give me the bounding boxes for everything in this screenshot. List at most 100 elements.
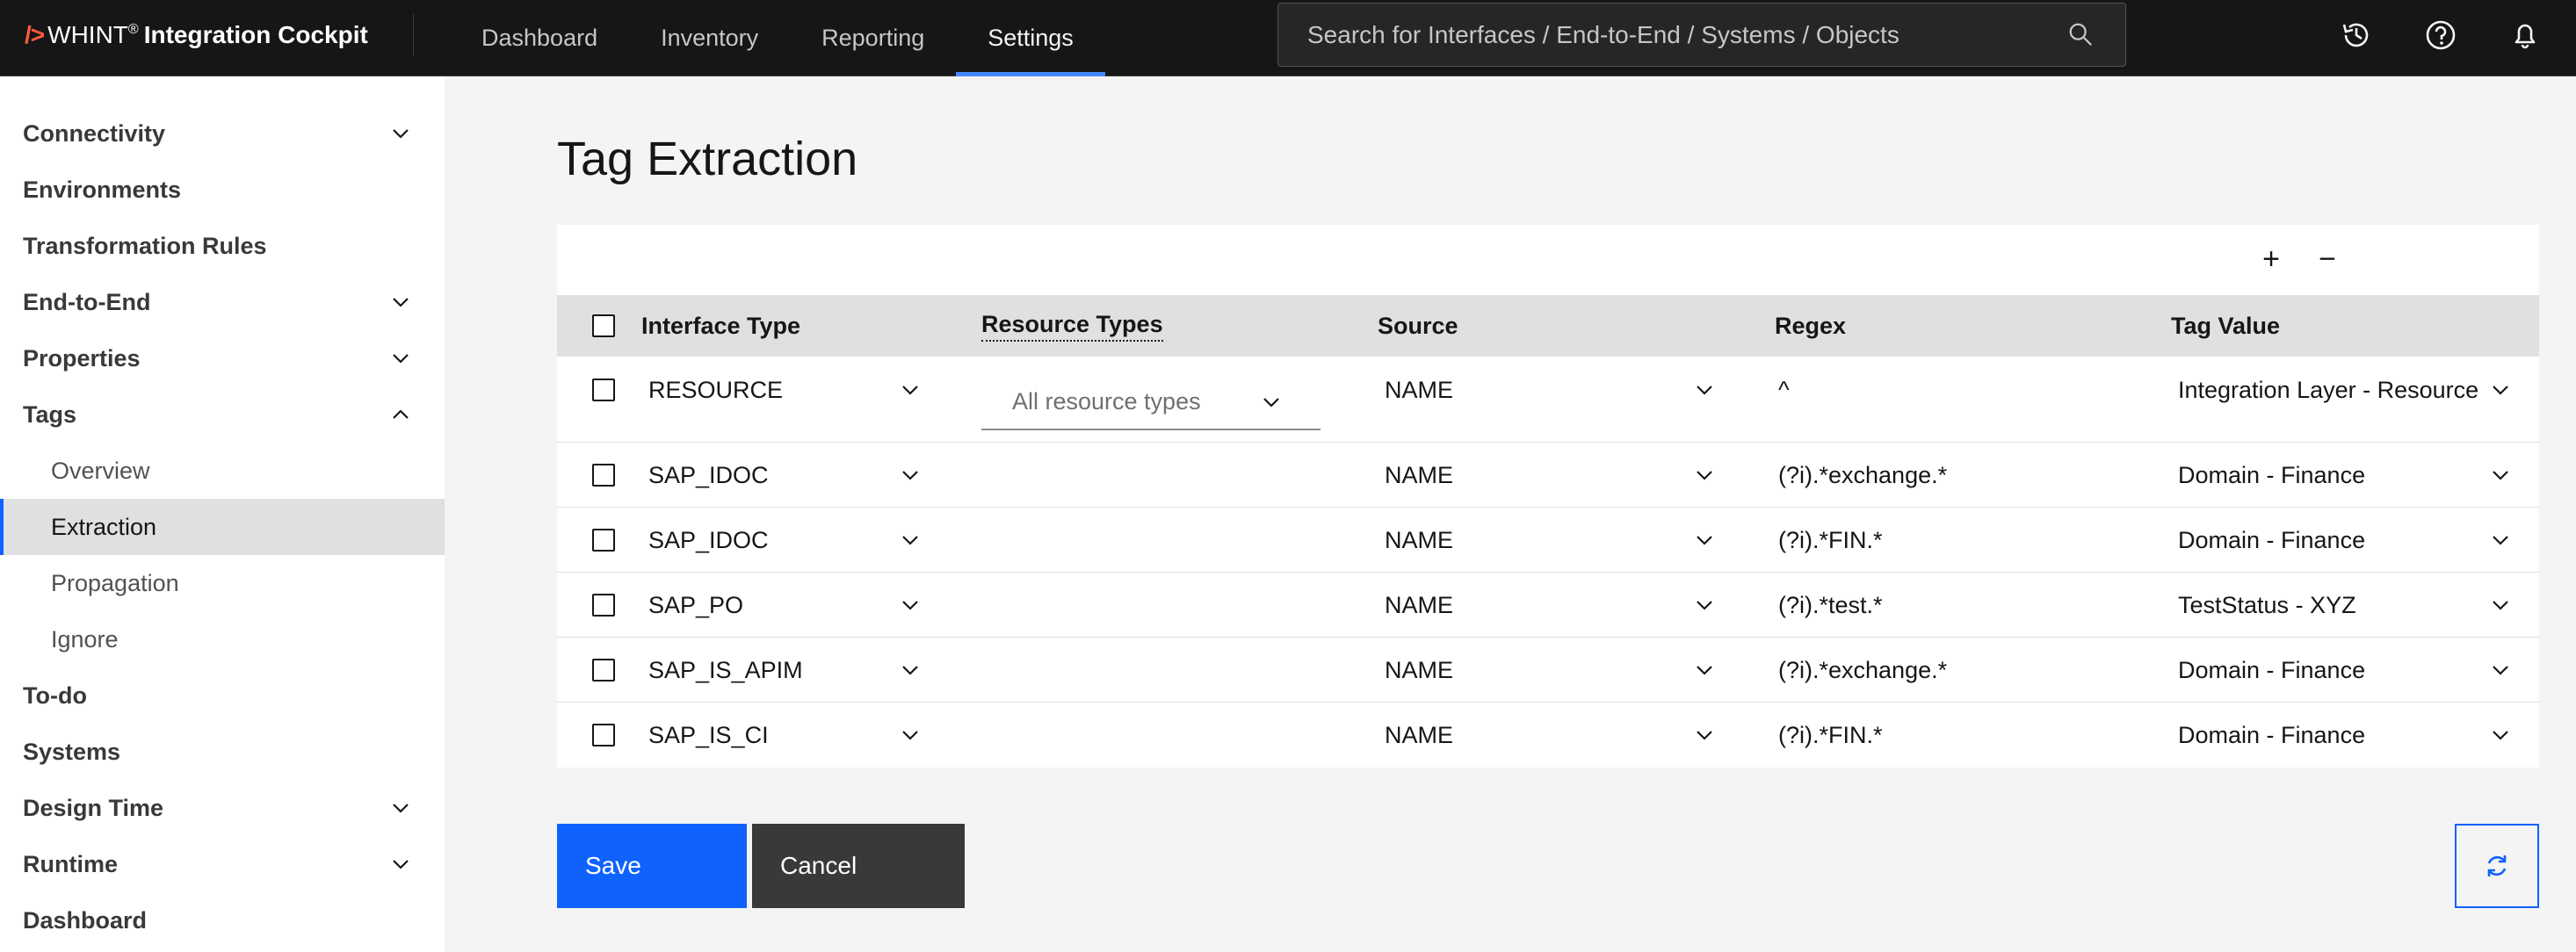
sidebar-item-tags[interactable]: Tags — [0, 386, 445, 443]
source-select[interactable]: NAME — [1385, 374, 1453, 406]
source-select[interactable]: NAME — [1385, 589, 1453, 621]
table-row: SAP_IS_APIM NAME (?i).*exchange.* Domain… — [557, 638, 2539, 703]
chevron-down-icon[interactable] — [900, 725, 921, 746]
save-button[interactable]: Save — [557, 824, 747, 908]
table-row: RESOURCE All resource types NAME ^ Integ… — [557, 357, 2539, 443]
brand-name: WHINT — [47, 21, 128, 48]
regex-input[interactable]: (?i).*FIN.* — [1778, 719, 1883, 751]
select-all-checkbox[interactable] — [592, 314, 615, 337]
source-select[interactable]: NAME — [1385, 459, 1453, 491]
search-icon[interactable] — [2067, 21, 2094, 47]
sidebar-item-design-time[interactable]: Design Time — [0, 780, 445, 836]
help-icon[interactable] — [2421, 16, 2460, 54]
chevron-down-icon[interactable] — [900, 595, 921, 616]
chevron-up-icon — [393, 409, 409, 419]
page-title: Tag Extraction — [557, 133, 858, 185]
sidebar-item-label: Tags — [23, 400, 77, 428]
column-header-label: Source — [1378, 312, 1458, 339]
column-header-source[interactable]: Source — [1378, 295, 1458, 357]
brand-logo[interactable]: /> WHINT ® Integration Cockpit — [25, 0, 368, 70]
column-header-regex[interactable]: Regex — [1775, 295, 1846, 357]
nav-inventory[interactable]: Inventory — [629, 0, 790, 76]
resource-types-select[interactable]: All resource types — [981, 374, 1321, 430]
sidebar-item-ignore[interactable]: Ignore — [0, 611, 445, 667]
chevron-down-icon[interactable] — [1694, 379, 1715, 400]
source-select[interactable]: NAME — [1385, 719, 1453, 751]
chevron-down-icon[interactable] — [1694, 595, 1715, 616]
tag-value-select[interactable]: Domain - Finance — [2178, 654, 2365, 686]
tag-extraction-table: + − Interface Type Resource Types Source… — [557, 225, 2539, 768]
chevron-down-icon[interactable] — [900, 379, 921, 400]
chevron-down-icon[interactable] — [1694, 465, 1715, 486]
sidebar-item-dashboard[interactable]: Dashboard — [0, 892, 445, 948]
interface-type-select[interactable]: SAP_IS_CI — [648, 719, 769, 751]
sidebar-item-label: Overview — [51, 457, 150, 484]
chevron-down-icon[interactable] — [900, 465, 921, 486]
column-header-tag-value[interactable]: Tag Value — [2171, 295, 2280, 357]
chevron-down-icon[interactable] — [900, 660, 921, 681]
row-checkbox[interactable] — [592, 529, 615, 552]
sidebar-item-properties[interactable]: Properties — [0, 330, 445, 386]
chevron-down-icon[interactable] — [2490, 660, 2511, 681]
chevron-down-icon[interactable] — [1694, 725, 1715, 746]
interface-type-select[interactable]: SAP_PO — [648, 589, 743, 621]
regex-input[interactable]: (?i).*test.* — [1778, 589, 1883, 621]
sidebar-item-transformation-rules[interactable]: Transformation Rules — [0, 218, 445, 274]
row-checkbox[interactable] — [592, 659, 615, 682]
history-icon[interactable] — [2337, 16, 2376, 54]
regex-input[interactable]: (?i).*exchange.* — [1778, 459, 1947, 491]
interface-type-select[interactable]: SAP_IS_APIM — [648, 654, 803, 686]
sidebar-item-propagation[interactable]: Propagation — [0, 555, 445, 611]
row-checkbox[interactable] — [592, 594, 615, 617]
chevron-down-icon[interactable] — [900, 530, 921, 551]
tag-value-select[interactable]: Integration Layer - Resource — [2178, 374, 2478, 406]
sidebar-item-systems[interactable]: Systems — [0, 724, 445, 780]
interface-type-select[interactable]: SAP_IDOC — [648, 524, 769, 556]
column-header-label: Interface Type — [641, 312, 801, 339]
sidebar-item-overview[interactable]: Overview — [0, 443, 445, 499]
nav-reporting[interactable]: Reporting — [790, 0, 956, 76]
row-checkbox[interactable] — [592, 464, 615, 487]
nav-settings[interactable]: Settings — [956, 0, 1105, 76]
tag-value-select[interactable]: Domain - Finance — [2178, 459, 2365, 491]
refresh-button[interactable] — [2455, 824, 2539, 908]
chevron-down-icon[interactable] — [2490, 530, 2511, 551]
search-input[interactable] — [1307, 20, 2063, 49]
chevron-down-icon[interactable] — [2490, 379, 2511, 400]
source-select[interactable]: NAME — [1385, 654, 1453, 686]
sidebar-item-runtime[interactable]: Runtime — [0, 836, 445, 892]
interface-type-select[interactable]: RESOURCE — [648, 374, 783, 406]
add-row-button[interactable]: + — [2249, 237, 2293, 281]
nav-dashboard[interactable]: Dashboard — [450, 0, 629, 76]
chevron-down-icon[interactable] — [2490, 465, 2511, 486]
sidebar-item-environments[interactable]: Environments — [0, 162, 445, 218]
column-header-resource-types[interactable]: Resource Types — [981, 295, 1163, 357]
row-checkbox[interactable] — [592, 724, 615, 746]
nav-label: Settings — [988, 25, 1074, 51]
tag-value-select[interactable]: Domain - Finance — [2178, 524, 2365, 556]
sidebar-item-label: Dashboard — [23, 906, 148, 934]
regex-input[interactable]: (?i).*exchange.* — [1778, 654, 1947, 686]
regex-input[interactable]: (?i).*FIN.* — [1778, 524, 1883, 556]
sidebar-item-connectivity[interactable]: Connectivity — [0, 105, 445, 162]
source-select[interactable]: NAME — [1385, 524, 1453, 556]
notification-icon[interactable] — [2506, 16, 2544, 54]
tag-value-select[interactable]: Domain - Finance — [2178, 719, 2365, 751]
tag-value-select[interactable]: TestStatus - XYZ — [2178, 589, 2356, 621]
interface-type-select[interactable]: SAP_IDOC — [648, 459, 769, 491]
remove-row-button[interactable]: − — [2305, 237, 2349, 281]
sidebar-item-label: Systems — [23, 738, 121, 765]
chevron-down-icon — [393, 298, 409, 307]
regex-input[interactable]: ^ — [1778, 374, 1790, 406]
sidebar-item-end-to-end[interactable]: End-to-End — [0, 274, 445, 330]
sidebar-item-to-do[interactable]: To-do — [0, 667, 445, 724]
row-checkbox[interactable] — [592, 379, 615, 401]
sidebar-item-extraction[interactable]: Extraction — [0, 499, 445, 555]
table-header: Interface Type Resource Types Source Reg… — [557, 295, 2539, 357]
cancel-button[interactable]: Cancel — [752, 824, 965, 908]
chevron-down-icon[interactable] — [1694, 530, 1715, 551]
chevron-down-icon[interactable] — [2490, 725, 2511, 746]
column-header-interface-type[interactable]: Interface Type — [641, 295, 800, 357]
chevron-down-icon[interactable] — [2490, 595, 2511, 616]
chevron-down-icon[interactable] — [1694, 660, 1715, 681]
